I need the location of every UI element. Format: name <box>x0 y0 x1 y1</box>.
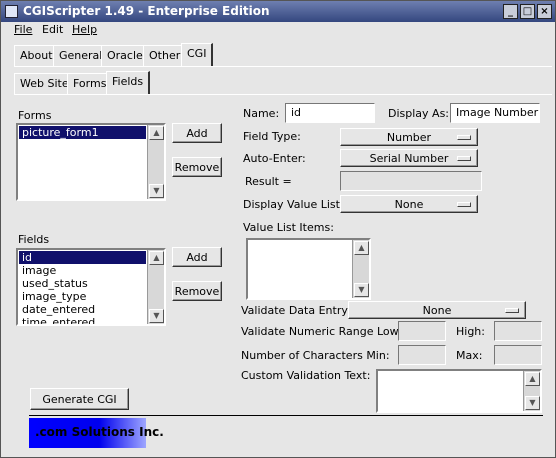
list-item[interactable]: time_entered <box>19 316 146 324</box>
scroll-down-icon[interactable]: ▼ <box>354 283 369 297</box>
display-value-list-label: Display Value List: <box>243 198 344 211</box>
display-value-list-value: None <box>394 198 424 211</box>
max-label: Max: <box>456 349 483 362</box>
tab-oracle[interactable]: Oracle <box>101 45 149 66</box>
display-value-list-select[interactable]: None <box>340 195 478 213</box>
fields-label: Fields <box>18 233 50 246</box>
auto-enter-select[interactable]: Serial Number <box>340 149 478 167</box>
forms-scrollbar[interactable]: ▲ ▼ <box>147 125 164 199</box>
range-low-label: Validate Numeric Range Low: <box>241 325 402 338</box>
validate-data-entry-value: None <box>422 304 452 317</box>
menu-file[interactable]: File <box>14 23 32 36</box>
custom-validation-scrollbar[interactable]: ▲ ▼ <box>523 371 540 411</box>
tab-about[interactable]: About <box>14 45 59 66</box>
tab-other[interactable]: Other <box>143 45 187 66</box>
forms-remove-button[interactable]: Remove <box>172 157 222 177</box>
auto-enter-value: Serial Number <box>369 152 449 165</box>
window-title: CGIScripter 1.49 - Enterprise Edition <box>23 4 270 18</box>
scroll-down-icon[interactable]: ▼ <box>149 309 164 323</box>
bottom-separator <box>29 415 543 416</box>
list-item[interactable]: id <box>19 251 146 264</box>
range-high-field[interactable] <box>494 321 542 341</box>
display-as-field[interactable]: Image Number <box>450 103 540 123</box>
tab-cgi[interactable]: CGI <box>181 43 214 66</box>
name-label: Name: <box>243 107 280 120</box>
field-type-label: Field Type: <box>243 130 301 143</box>
close-button[interactable]: × <box>537 4 552 19</box>
result-label: Result = <box>245 175 292 188</box>
minimize-button[interactable]: _ <box>503 4 518 19</box>
display-as-label: Display As: <box>388 107 450 120</box>
fields-list[interactable]: id image used_status image_type date_ent… <box>16 248 166 326</box>
result-field[interactable] <box>340 171 482 191</box>
scroll-up-icon[interactable]: ▲ <box>354 241 369 255</box>
forms-list[interactable]: picture_form1 ▲ ▼ <box>16 123 166 201</box>
list-item[interactable]: image <box>19 264 146 277</box>
field-type-select[interactable]: Number <box>340 128 478 146</box>
validate-data-entry-select[interactable]: None <box>348 301 526 319</box>
menu-bar: File Edit Help <box>1 22 555 38</box>
tab-fields[interactable]: Fields <box>106 71 151 94</box>
scroll-up-icon[interactable]: ▲ <box>149 251 164 265</box>
menu-help[interactable]: Help <box>72 23 97 36</box>
value-list-items-textarea[interactable]: ▲ ▼ <box>246 238 371 300</box>
dropdown-indicator-icon <box>457 202 471 207</box>
scroll-up-icon[interactable]: ▲ <box>525 372 540 386</box>
scroll-up-icon[interactable]: ▲ <box>149 126 164 140</box>
value-list-scrollbar[interactable]: ▲ ▼ <box>352 240 369 298</box>
window-icon[interactable] <box>5 5 18 18</box>
forms-label: Forms <box>18 109 52 122</box>
fields-add-button[interactable]: Add <box>172 247 222 267</box>
value-list-items-label: Value List Items: <box>243 221 334 234</box>
menu-edit[interactable]: Edit <box>42 23 63 36</box>
validate-data-entry-label: Validate Data Entry: <box>241 304 351 317</box>
main-window: CGIScripter 1.49 - Enterprise Edition _ … <box>0 0 556 458</box>
forms-add-button[interactable]: Add <box>172 123 222 143</box>
fields-remove-button[interactable]: Remove <box>172 281 222 301</box>
chars-min-label: Number of Characters Min: <box>241 349 390 362</box>
chars-min-field[interactable] <box>398 345 446 365</box>
title-bar[interactable]: CGIScripter 1.49 - Enterprise Edition _ … <box>1 1 555 22</box>
custom-validation-textarea[interactable]: ▲ ▼ <box>376 369 542 413</box>
dropdown-indicator-icon <box>457 135 471 140</box>
fields-scrollbar[interactable]: ▲ ▼ <box>147 250 164 324</box>
scroll-down-icon[interactable]: ▼ <box>149 184 164 198</box>
tab-divider <box>14 66 552 67</box>
custom-validation-label: Custom Validation Text: <box>241 369 371 382</box>
generate-cgi-button[interactable]: Generate CGI <box>30 388 129 410</box>
list-item[interactable]: picture_form1 <box>19 126 146 139</box>
list-item[interactable]: image_type <box>19 290 146 303</box>
dropdown-indicator-icon <box>457 156 471 161</box>
auto-enter-label: Auto-Enter: <box>243 152 306 165</box>
company-logo: .com Solutions Inc. <box>29 418 164 448</box>
chars-max-field[interactable] <box>494 345 542 365</box>
field-type-value: Number <box>386 131 432 144</box>
list-item[interactable]: date_entered <box>19 303 146 316</box>
name-field[interactable]: id <box>285 103 375 123</box>
maximize-button[interactable]: □ <box>520 4 535 19</box>
dropdown-indicator-icon <box>505 308 519 313</box>
range-low-field[interactable] <box>398 321 446 341</box>
tab-web-site[interactable]: Web Site <box>14 73 75 94</box>
subtab-divider <box>14 94 552 95</box>
list-item[interactable]: used_status <box>19 277 146 290</box>
scroll-down-icon[interactable]: ▼ <box>525 396 540 410</box>
high-label: High: <box>456 325 485 338</box>
